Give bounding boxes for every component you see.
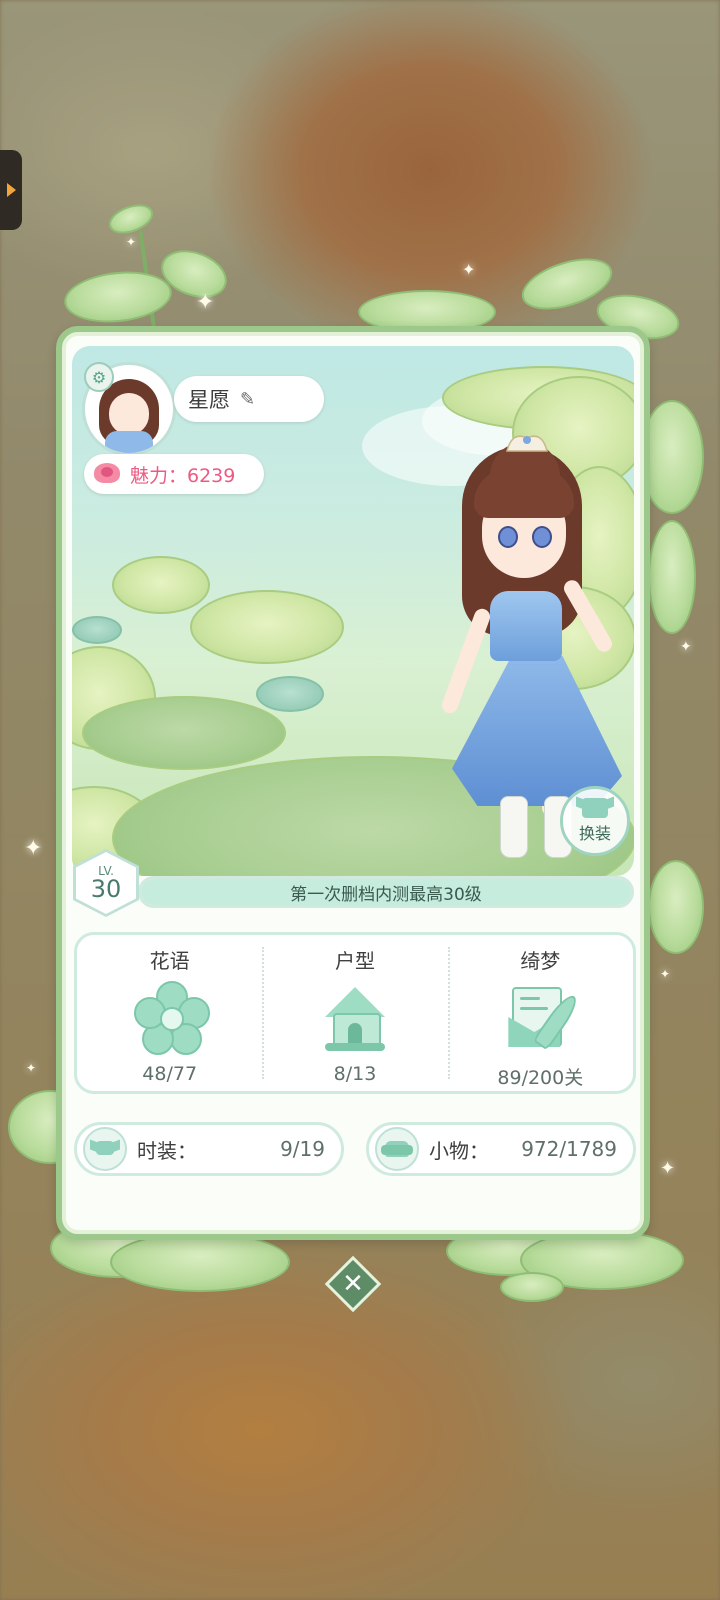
lily-pad [112,556,210,614]
stat-title: 户型 [334,949,375,973]
sparkle-icon: ✦ [660,1158,676,1179]
decor-leaf [110,1232,290,1292]
edit-icon[interactable]: ✎ [240,389,255,410]
decor-leaf [648,520,696,634]
change-outfit-label: 换装 [578,824,611,843]
shirt-icon [582,798,608,818]
charm-badge: 魅力：6239 [84,454,264,494]
change-outfit-button[interactable]: 换装 [560,786,630,856]
fashion-label: 时装： [137,1138,197,1163]
player-name: 星愿 [188,388,230,412]
sofa-icon [375,1127,419,1171]
flower-icon [133,981,210,1055]
charm-value: 魅力：6239 [130,464,236,487]
level-number: 30 [90,875,122,903]
sparkle-icon: ✦ [126,235,137,249]
stat-title: 绮梦 [520,949,561,973]
gear-icon[interactable]: ⚙ [84,362,114,392]
sparkle-icon: ✦ [660,967,671,981]
fashion-value: 9/19 [280,1137,325,1161]
decor-leaf [648,860,704,954]
stat-title: 花语 [149,949,190,973]
level-banner-text: 第一次删档内测最高30级 [290,884,482,905]
level-progress-bar: 第一次删档内测最高30级 [138,876,634,908]
fashion-count-pill[interactable]: 时装： 9/19 [74,1122,344,1176]
collection-stats: 花语 48/77 户型 8/13 绮梦 89/200关 [74,932,636,1094]
tiara-icon [506,435,548,452]
items-count-pill[interactable]: 小物： 972/1789 [366,1122,636,1176]
close-icon[interactable]: ✕ [333,1264,373,1304]
stat-house-type[interactable]: 户型 8/13 [262,935,447,1091]
items-value: 972/1789 [521,1137,617,1161]
stat-flower-language[interactable]: 花语 48/77 [77,935,262,1091]
stat-value: 89/200关 [497,1067,584,1089]
player-name-field[interactable]: 星愿 ✎ [174,376,324,422]
lily-pad [82,696,286,770]
sparkle-icon: ✦ [24,836,43,861]
profile-card: 换装 ⚙ 星愿 ✎ 魅力：6239 LV. 30 第一次删档内测最高30级 花语 [56,326,650,1240]
lily-pad [190,590,344,664]
sparkle-icon: ✦ [26,1061,37,1075]
house-icon [319,981,391,1053]
lily-pad [256,676,324,712]
letter-icon [504,981,582,1053]
sparkle-icon: ✦ [680,639,692,655]
shirt-icon [83,1127,127,1171]
sparkle-icon: ✦ [196,290,215,315]
stat-value: 8/13 [333,1063,377,1085]
stat-dream-stages[interactable]: 绮梦 89/200关 [447,935,633,1091]
lily-pad [72,616,122,644]
chevron-right-icon [6,183,16,197]
side-drawer-tab[interactable] [0,150,22,230]
sparkle-icon: ✦ [462,260,476,279]
rose-icon [92,461,122,487]
decor-leaf [500,1272,564,1302]
stat-value: 48/77 [142,1063,198,1085]
items-label: 小物： [429,1138,489,1163]
